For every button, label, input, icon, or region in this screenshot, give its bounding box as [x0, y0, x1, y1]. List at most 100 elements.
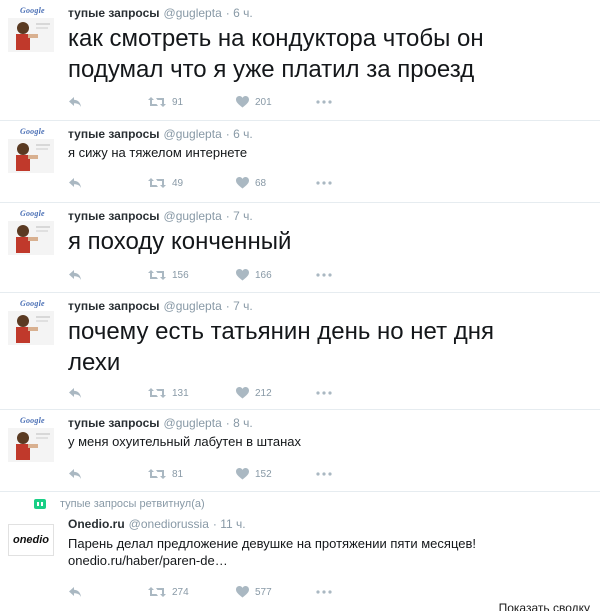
like-count: 577: [255, 586, 272, 598]
retweet-count: 81: [172, 468, 184, 480]
retweet-button[interactable]: 274: [148, 584, 189, 600]
tweet-text: я сижу на тяжелом интернете: [68, 144, 247, 161]
show-summary-link[interactable]: Показать сводку: [499, 601, 590, 611]
reply-button[interactable]: [68, 175, 82, 191]
avatar[interactable]: onedio: [8, 524, 54, 556]
reply-icon: [69, 97, 81, 107]
more-icon: [316, 273, 332, 277]
tweet-text-line: как смотреть на кондуктора чтобы он: [68, 25, 484, 52]
more-button[interactable]: [316, 584, 332, 600]
reply-icon: [69, 388, 81, 398]
retweet-context-text[interactable]: тупые запросы ретвитнул(а): [60, 498, 205, 510]
tweet-text: я походу конченный: [68, 226, 291, 257]
avatar[interactable]: Google: [8, 6, 56, 54]
retweet-button[interactable]: 156: [148, 267, 189, 283]
tweet-text-line: лехи: [68, 349, 121, 376]
author-handle[interactable]: @guglepta: [164, 416, 222, 430]
heart-icon: [236, 177, 249, 189]
tweet-time[interactable]: · 6 ч.: [226, 6, 253, 20]
tweet-header: тупые запросы @guglepta · 8 ч.: [68, 416, 253, 430]
tweet-actions: 91 201: [68, 92, 368, 112]
retweet-count: 274: [172, 586, 189, 598]
retweet-icon: [148, 587, 166, 597]
more-button[interactable]: [316, 385, 332, 401]
more-icon: [316, 181, 332, 185]
tweet[interactable]: Google тупые запросы @guglepta · 6 ч. я си…: [0, 121, 600, 203]
avatar[interactable]: Google: [8, 209, 56, 257]
avatar[interactable]: Google: [8, 299, 56, 347]
author-handle[interactable]: @onediorussia: [129, 517, 209, 531]
heart-icon: [236, 387, 249, 399]
author-name[interactable]: тупые запросы: [68, 209, 160, 223]
retweet-count: 91: [172, 96, 184, 108]
avatar-image: [8, 221, 54, 255]
author-handle[interactable]: @guglepta: [164, 299, 222, 313]
reply-button[interactable]: [68, 584, 82, 600]
reply-icon: [69, 270, 81, 280]
like-button[interactable]: 577: [236, 584, 272, 600]
avatar-image: [8, 311, 54, 345]
retweet-button[interactable]: 81: [148, 466, 183, 482]
avatar[interactable]: Google: [8, 127, 56, 175]
tweet[interactable]: Google тупые запросы @guglepta · 6 ч. как …: [0, 0, 600, 121]
avatar-image: [8, 428, 54, 462]
tweet-header: тупые запросы @guglepta · 6 ч.: [68, 6, 253, 20]
tweet-time[interactable]: · 6 ч.: [226, 127, 253, 141]
author-name[interactable]: тупые запросы: [68, 299, 160, 313]
author-handle[interactable]: @guglepta: [164, 127, 222, 141]
tweet[interactable]: Google тупые запросы @guglepta · 8 ч. у ме…: [0, 410, 600, 492]
retweet-count: 131: [172, 387, 189, 399]
retweeted-tweet[interactable]: тупые запросы ретвитнул(а) onedio Onedio…: [0, 492, 600, 611]
retweet-icon: [34, 499, 46, 509]
author-handle[interactable]: @guglepta: [164, 209, 222, 223]
tweet[interactable]: Google тупые запросы @guglepta · 7 ч. поче…: [0, 293, 600, 410]
tweet[interactable]: Google тупые запросы @guglepta · 7 ч. я по…: [0, 203, 600, 293]
retweet-count: 156: [172, 269, 189, 281]
more-button[interactable]: [316, 267, 332, 283]
more-button[interactable]: [316, 175, 332, 191]
reply-icon: [69, 469, 81, 479]
like-count: 152: [255, 468, 272, 480]
tweet-text-line: Парень делал предложение девушке на прот…: [68, 536, 476, 551]
author-name[interactable]: тупые запросы: [68, 6, 160, 20]
heart-icon: [236, 269, 249, 281]
like-button[interactable]: 152: [236, 466, 272, 482]
tweet-actions: 81 152: [68, 464, 368, 484]
tweet-actions: 274 577: [68, 582, 368, 602]
more-button[interactable]: [316, 94, 332, 110]
retweet-icon: [148, 97, 166, 107]
tweet-time[interactable]: · 7 ч.: [226, 299, 253, 313]
tweet-time[interactable]: · 11 ч.: [213, 517, 246, 531]
avatar[interactable]: Google: [8, 416, 56, 464]
like-button[interactable]: 68: [236, 175, 266, 191]
author-handle[interactable]: @guglepta: [164, 6, 222, 20]
reply-button[interactable]: [68, 466, 82, 482]
like-count: 201: [255, 96, 272, 108]
heart-icon: [236, 468, 249, 480]
author-name[interactable]: Onedio.ru: [68, 517, 125, 531]
author-name[interactable]: тупые запросы: [68, 127, 160, 141]
tweet-actions: 131 212: [68, 383, 368, 403]
reply-button[interactable]: [68, 267, 82, 283]
tweet-link[interactable]: onedio.ru/haber/paren-de…: [68, 552, 476, 569]
more-button[interactable]: [316, 466, 332, 482]
retweet-icon: [148, 270, 166, 280]
tweet-time[interactable]: · 8 ч.: [226, 416, 253, 430]
reply-button[interactable]: [68, 94, 82, 110]
tweet-time[interactable]: · 7 ч.: [226, 209, 253, 223]
tweet-text: Парень делал предложение девушке на прот…: [68, 535, 476, 569]
avatar-image: [8, 18, 54, 52]
tweet-text-line: у меня охуительный лабутен в штанах: [68, 434, 302, 449]
author-name[interactable]: тупые запросы: [68, 416, 160, 430]
google-logo: Google: [20, 299, 45, 308]
reply-button[interactable]: [68, 385, 82, 401]
reply-icon: [69, 587, 81, 597]
retweet-button[interactable]: 91: [148, 94, 183, 110]
reply-icon: [69, 178, 81, 188]
retweet-button[interactable]: 131: [148, 385, 189, 401]
like-button[interactable]: 201: [236, 94, 272, 110]
like-button[interactable]: 212: [236, 385, 272, 401]
like-button[interactable]: 166: [236, 267, 272, 283]
tweet-feed: Google тупые запросы @guglepta · 6 ч. как …: [0, 0, 600, 611]
retweet-button[interactable]: 49: [148, 175, 183, 191]
